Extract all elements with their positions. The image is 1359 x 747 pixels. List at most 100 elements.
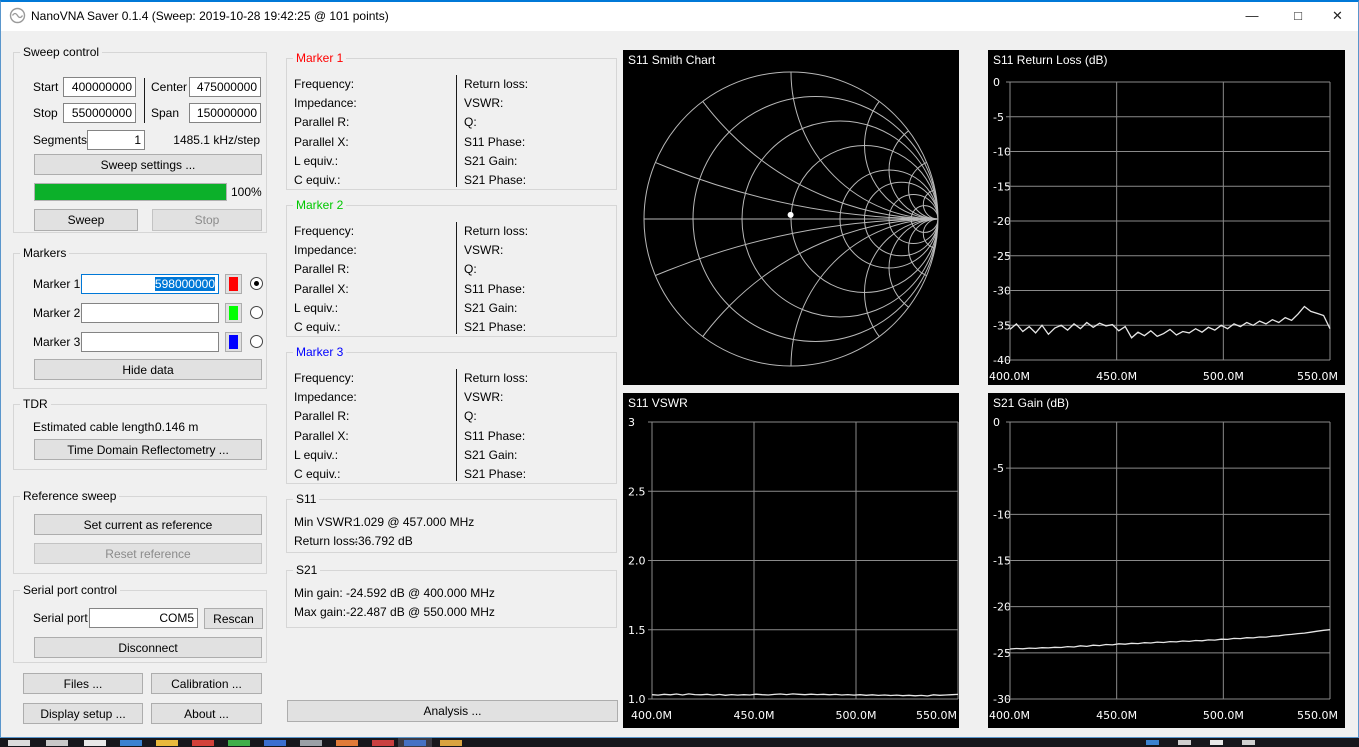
pinned-app-icon[interactable]: [120, 740, 142, 746]
set-reference-label: Set current as reference: [83, 517, 213, 532]
minimize-button[interactable]: —: [1229, 0, 1275, 31]
reset-reference-button[interactable]: Reset reference: [34, 543, 262, 564]
stat-row: Min VSWR:1.029 @ 457.000 MHz: [294, 513, 474, 532]
stat-label: Min gain:: [294, 586, 343, 600]
marker-fields-left: Frequency: Impedance: Parallel R: Parallel …: [294, 75, 357, 190]
hide-data-button[interactable]: Hide data: [34, 359, 262, 380]
analysis-button[interactable]: Analysis ...: [287, 700, 618, 722]
rescan-button[interactable]: Rescan: [204, 608, 263, 629]
tdr-button[interactable]: Time Domain Reflectometry ...: [34, 439, 262, 460]
sweep-button[interactable]: Sweep: [34, 209, 138, 231]
pinned-app-icon[interactable]: [440, 740, 462, 746]
s11-return-loss-chart[interactable]: 400.0M 450.0M 500.0M 550.0M 0 -5 -10 -15 -20 -25 -…: [988, 50, 1345, 385]
return-loss-plot: 400.0M 450.0M 500.0M 550.0M 0 -5 -10 -15 -20 -25 -…: [989, 76, 1338, 383]
marker1-input[interactable]: 598000000: [81, 274, 219, 294]
span-input[interactable]: 150000000: [189, 103, 261, 123]
y-tick-label: 3: [628, 416, 635, 429]
center-input[interactable]: 475000000: [189, 77, 261, 97]
stop-button-label: Stop: [194, 213, 220, 227]
x-tick-label: 500.0M: [1203, 370, 1244, 383]
stop-input[interactable]: 550000000: [63, 103, 136, 123]
display-setup-button[interactable]: Display setup ...: [23, 703, 143, 724]
close-button[interactable]: ✕: [1316, 0, 1359, 31]
pinned-app-icon[interactable]: [192, 740, 214, 746]
maximize-button[interactable]: □: [1275, 0, 1321, 31]
search-icon[interactable]: [46, 740, 68, 746]
y-tick-label: 0: [993, 76, 1000, 89]
set-reference-button[interactable]: Set current as reference: [34, 514, 262, 535]
pinned-app-icon[interactable]: [372, 740, 394, 746]
s21-gain-chart[interactable]: 400.0M 450.0M 500.0M 550.0M 0 -5 -10 -15 -20 -25 -…: [988, 393, 1345, 728]
cable-length-value: 0.146 m: [155, 420, 199, 434]
s11-stats-panel: S11 Min VSWR:1.029 @ 457.000 MHz Return …: [286, 492, 617, 553]
serial-port-input[interactable]: COM5: [89, 608, 198, 628]
about-button[interactable]: About ...: [151, 703, 262, 724]
field-label: S21 Gain:: [464, 153, 518, 168]
panel-title: Marker 1: [293, 51, 347, 66]
s11-vswr-chart[interactable]: 400.0M 450.0M 500.0M 550.0M 3 2.5 2.0 1.5 1.0 S1…: [623, 393, 959, 728]
reset-reference-label: Reset reference: [105, 546, 191, 561]
field-label: S11 Phase:: [464, 428, 526, 443]
disconnect-button[interactable]: Disconnect: [34, 637, 262, 658]
marker-fields-right: Return loss: VSWR: Q: S11 Phase: S21 Gain: S2…: [464, 75, 528, 190]
marker2-input[interactable]: [81, 303, 219, 323]
gain-plot: 400.0M 450.0M 500.0M 550.0M 0 -5 -10 -15 -20 -25 -…: [989, 416, 1338, 722]
marker1-color-button[interactable]: [225, 274, 242, 294]
pinned-app-icon[interactable]: [300, 740, 322, 746]
field-label: Return loss:: [464, 371, 529, 385]
stat-label: Max gain:: [294, 605, 347, 620]
y-tick-label: -25: [993, 647, 1011, 660]
sweep-settings-button[interactable]: Sweep settings ...: [34, 154, 262, 175]
field-label: Parallel X:: [294, 281, 349, 296]
column-divider: [144, 78, 145, 123]
marker3-input[interactable]: [81, 332, 219, 352]
s11-smith-chart[interactable]: S11 Smith Chart: [623, 50, 959, 385]
rescan-label: Rescan: [213, 611, 254, 626]
pinned-app-icon[interactable]: [336, 740, 358, 746]
field-label: Parallel R:: [294, 115, 350, 130]
panel-title: Marker 3: [293, 345, 347, 360]
marker1-radio[interactable]: [250, 277, 263, 290]
stop-button[interactable]: Stop: [152, 209, 262, 231]
panel-title: S21: [293, 563, 321, 578]
tray-icon[interactable]: [1146, 740, 1159, 745]
start-input[interactable]: 400000000: [63, 77, 136, 97]
chart-title: S11 VSWR: [628, 396, 688, 410]
fields-divider: [456, 222, 457, 334]
start-icon[interactable]: [8, 740, 30, 746]
segments-input[interactable]: 1: [87, 130, 145, 150]
pinned-app-icon[interactable]: [156, 740, 178, 746]
marker3-radio[interactable]: [250, 335, 263, 348]
field-label: C equiv.:: [294, 466, 341, 481]
y-tick-label: 2.0: [628, 555, 646, 568]
app-icon: [9, 7, 26, 24]
tray-icon[interactable]: [1242, 740, 1255, 745]
task-view-icon[interactable]: [84, 740, 106, 746]
stat-value: 1.029 @ 457.000 MHz: [354, 515, 475, 529]
pinned-app-icon[interactable]: [264, 740, 286, 746]
pinned-app-icon[interactable]: [228, 740, 250, 746]
marker-fields-left: Frequency: Impedance: Parallel R: Parallel …: [294, 369, 357, 484]
marker2-color-button[interactable]: [225, 303, 242, 323]
field-label: Parallel X:: [294, 428, 349, 443]
windows-taskbar[interactable]: [0, 738, 1359, 747]
field-label: S21 Gain:: [464, 447, 518, 462]
tray-icon[interactable]: [1178, 740, 1191, 745]
field-label: Frequency:: [294, 371, 355, 385]
field-label: VSWR:: [464, 243, 504, 258]
tdr-panel: TDR Estimated cable length: 0.146 m Time…: [13, 397, 267, 470]
field-label: Parallel R:: [294, 262, 350, 277]
files-label: Files ...: [63, 676, 103, 691]
y-tick-label: -15: [993, 180, 1011, 193]
calibration-button[interactable]: Calibration ...: [151, 673, 262, 694]
field-label: S21 Phase:: [464, 172, 527, 187]
panel-title: Reference sweep: [20, 489, 120, 504]
files-button[interactable]: Files ...: [23, 673, 143, 694]
y-tick-label: -5: [993, 462, 1004, 475]
panel-title: Markers: [20, 246, 70, 261]
y-tick-label: 1.0: [628, 693, 646, 706]
marker3-color-button[interactable]: [225, 332, 242, 352]
active-app-icon[interactable]: [404, 740, 426, 746]
tray-icon[interactable]: [1210, 740, 1223, 745]
marker2-radio[interactable]: [250, 306, 263, 319]
